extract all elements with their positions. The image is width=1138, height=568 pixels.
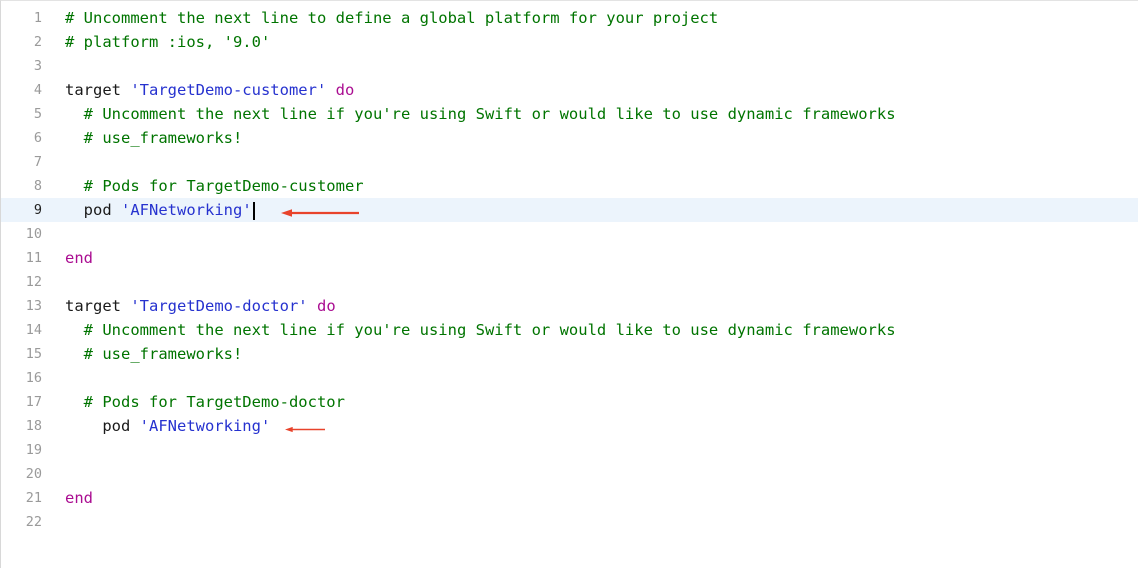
token-keyword: do bbox=[335, 81, 355, 99]
line-code[interactable]: # use_frameworks! bbox=[65, 126, 243, 150]
line-number: 8 bbox=[33, 178, 42, 194]
code-line[interactable]: 21 end bbox=[1, 486, 1138, 510]
line-code[interactable]: pod 'AFNetworking' bbox=[65, 198, 255, 222]
line-number: 13 bbox=[25, 298, 42, 314]
token-comment: # use_frameworks! bbox=[83, 345, 243, 363]
line-code[interactable]: # Pods for TargetDemo-customer bbox=[65, 174, 364, 198]
token-comment: # Pods for TargetDemo-doctor bbox=[83, 393, 345, 411]
line-code[interactable]: target 'TargetDemo-doctor' do bbox=[65, 294, 336, 318]
token-plain: pod bbox=[65, 201, 121, 219]
token-comment: # use_frameworks! bbox=[83, 129, 243, 147]
token-comment: # platform :ios, '9.0' bbox=[65, 33, 271, 51]
code-line[interactable]: 7 bbox=[1, 150, 1138, 174]
code-line[interactable]: 3 bbox=[1, 54, 1138, 78]
line-number: 19 bbox=[25, 442, 42, 458]
line-number: 17 bbox=[25, 394, 42, 410]
code-line[interactable]: 18 pod 'AFNetworking' bbox=[1, 414, 1138, 438]
line-number: 2 bbox=[33, 34, 42, 50]
token-comment: # Uncomment the next line if you're usin… bbox=[83, 321, 896, 339]
token-comment: # Uncomment the next line if you're usin… bbox=[83, 105, 896, 123]
code-line[interactable]: 9 pod 'AFNetworking' bbox=[1, 198, 1138, 222]
line-number: 6 bbox=[33, 130, 42, 146]
line-number: 9 bbox=[33, 202, 42, 218]
code-line[interactable]: 10 bbox=[1, 222, 1138, 246]
token-comment: # Uncomment the next line to define a gl… bbox=[65, 9, 719, 27]
line-number: 22 bbox=[25, 514, 42, 530]
token-keyword: do bbox=[316, 297, 336, 315]
line-code[interactable]: pod 'AFNetworking' bbox=[65, 414, 270, 438]
line-number: 14 bbox=[25, 322, 42, 338]
arrow-head bbox=[281, 209, 292, 217]
code-line[interactable]: 13 target 'TargetDemo-doctor' do bbox=[1, 294, 1138, 318]
code-line[interactable]: 1 # Uncomment the next line to define a g… bbox=[1, 6, 1138, 30]
annotation-arrow-icon bbox=[285, 426, 325, 432]
line-number: 10 bbox=[25, 226, 42, 242]
line-number: 7 bbox=[33, 154, 42, 170]
line-number: 1 bbox=[33, 10, 42, 26]
token-comment: # Pods for TargetDemo-customer bbox=[83, 177, 364, 195]
line-number: 16 bbox=[25, 370, 42, 386]
code-line[interactable]: 16 bbox=[1, 366, 1138, 390]
line-code[interactable]: # Uncomment the next line if you're usin… bbox=[65, 102, 896, 126]
line-number: 20 bbox=[25, 466, 42, 482]
line-code[interactable]: # use_frameworks! bbox=[65, 342, 243, 366]
token-string: 'AFNetworking' bbox=[139, 417, 271, 435]
line-number: 11 bbox=[25, 250, 42, 266]
line-code[interactable]: end bbox=[65, 486, 93, 510]
line-number: 3 bbox=[33, 58, 42, 74]
token-keyword: end bbox=[65, 489, 93, 507]
code-line[interactable]: 20 bbox=[1, 462, 1138, 486]
code-line[interactable]: 15 # use_frameworks! bbox=[1, 342, 1138, 366]
code-line[interactable]: 11 end bbox=[1, 246, 1138, 270]
line-code[interactable]: # Uncomment the next line if you're usin… bbox=[65, 318, 896, 342]
code-line[interactable]: 4 target 'TargetDemo-customer' do bbox=[1, 78, 1138, 102]
text-cursor bbox=[252, 201, 255, 220]
code-line[interactable]: 19 bbox=[1, 438, 1138, 462]
token-string: 'TargetDemo-doctor' bbox=[130, 297, 308, 315]
line-code[interactable]: # Uncomment the next line to define a gl… bbox=[65, 6, 718, 30]
code-line[interactable]: 17 # Pods for TargetDemo-doctor bbox=[1, 390, 1138, 414]
token-string: 'AFNetworking' bbox=[121, 201, 252, 219]
line-code[interactable]: # Pods for TargetDemo-doctor bbox=[65, 390, 345, 414]
line-number: 21 bbox=[25, 490, 42, 506]
token-string: 'TargetDemo-customer' bbox=[130, 81, 327, 99]
annotation-arrow-icon bbox=[281, 209, 359, 217]
token-plain: target bbox=[65, 81, 131, 99]
code-line[interactable]: 8 # Pods for TargetDemo-customer bbox=[1, 174, 1138, 198]
line-code[interactable]: end bbox=[65, 246, 93, 270]
code-editor[interactable]: 1 # Uncomment the next line to define a g… bbox=[0, 0, 1138, 568]
line-number: 4 bbox=[33, 82, 42, 98]
token-keyword: end bbox=[65, 249, 93, 267]
code-line[interactable]: 6 # use_frameworks! bbox=[1, 126, 1138, 150]
code-line[interactable]: 12 bbox=[1, 270, 1138, 294]
line-code[interactable]: # platform :ios, '9.0' bbox=[65, 30, 270, 54]
code-line[interactable]: 14 # Uncomment the next line if you're u… bbox=[1, 318, 1138, 342]
arrow-head bbox=[285, 426, 293, 432]
code-line[interactable]: 5 # Uncomment the next line if you're us… bbox=[1, 102, 1138, 126]
code-line[interactable]: 22 bbox=[1, 510, 1138, 534]
code-line[interactable]: 2 # platform :ios, '9.0' bbox=[1, 30, 1138, 54]
line-number: 5 bbox=[33, 106, 42, 122]
token-plain: pod bbox=[65, 417, 140, 435]
line-number: 12 bbox=[25, 274, 42, 290]
line-number: 15 bbox=[25, 346, 42, 362]
token-plain: target bbox=[65, 297, 131, 315]
line-code[interactable]: target 'TargetDemo-customer' do bbox=[65, 78, 354, 102]
line-number: 18 bbox=[25, 418, 42, 434]
